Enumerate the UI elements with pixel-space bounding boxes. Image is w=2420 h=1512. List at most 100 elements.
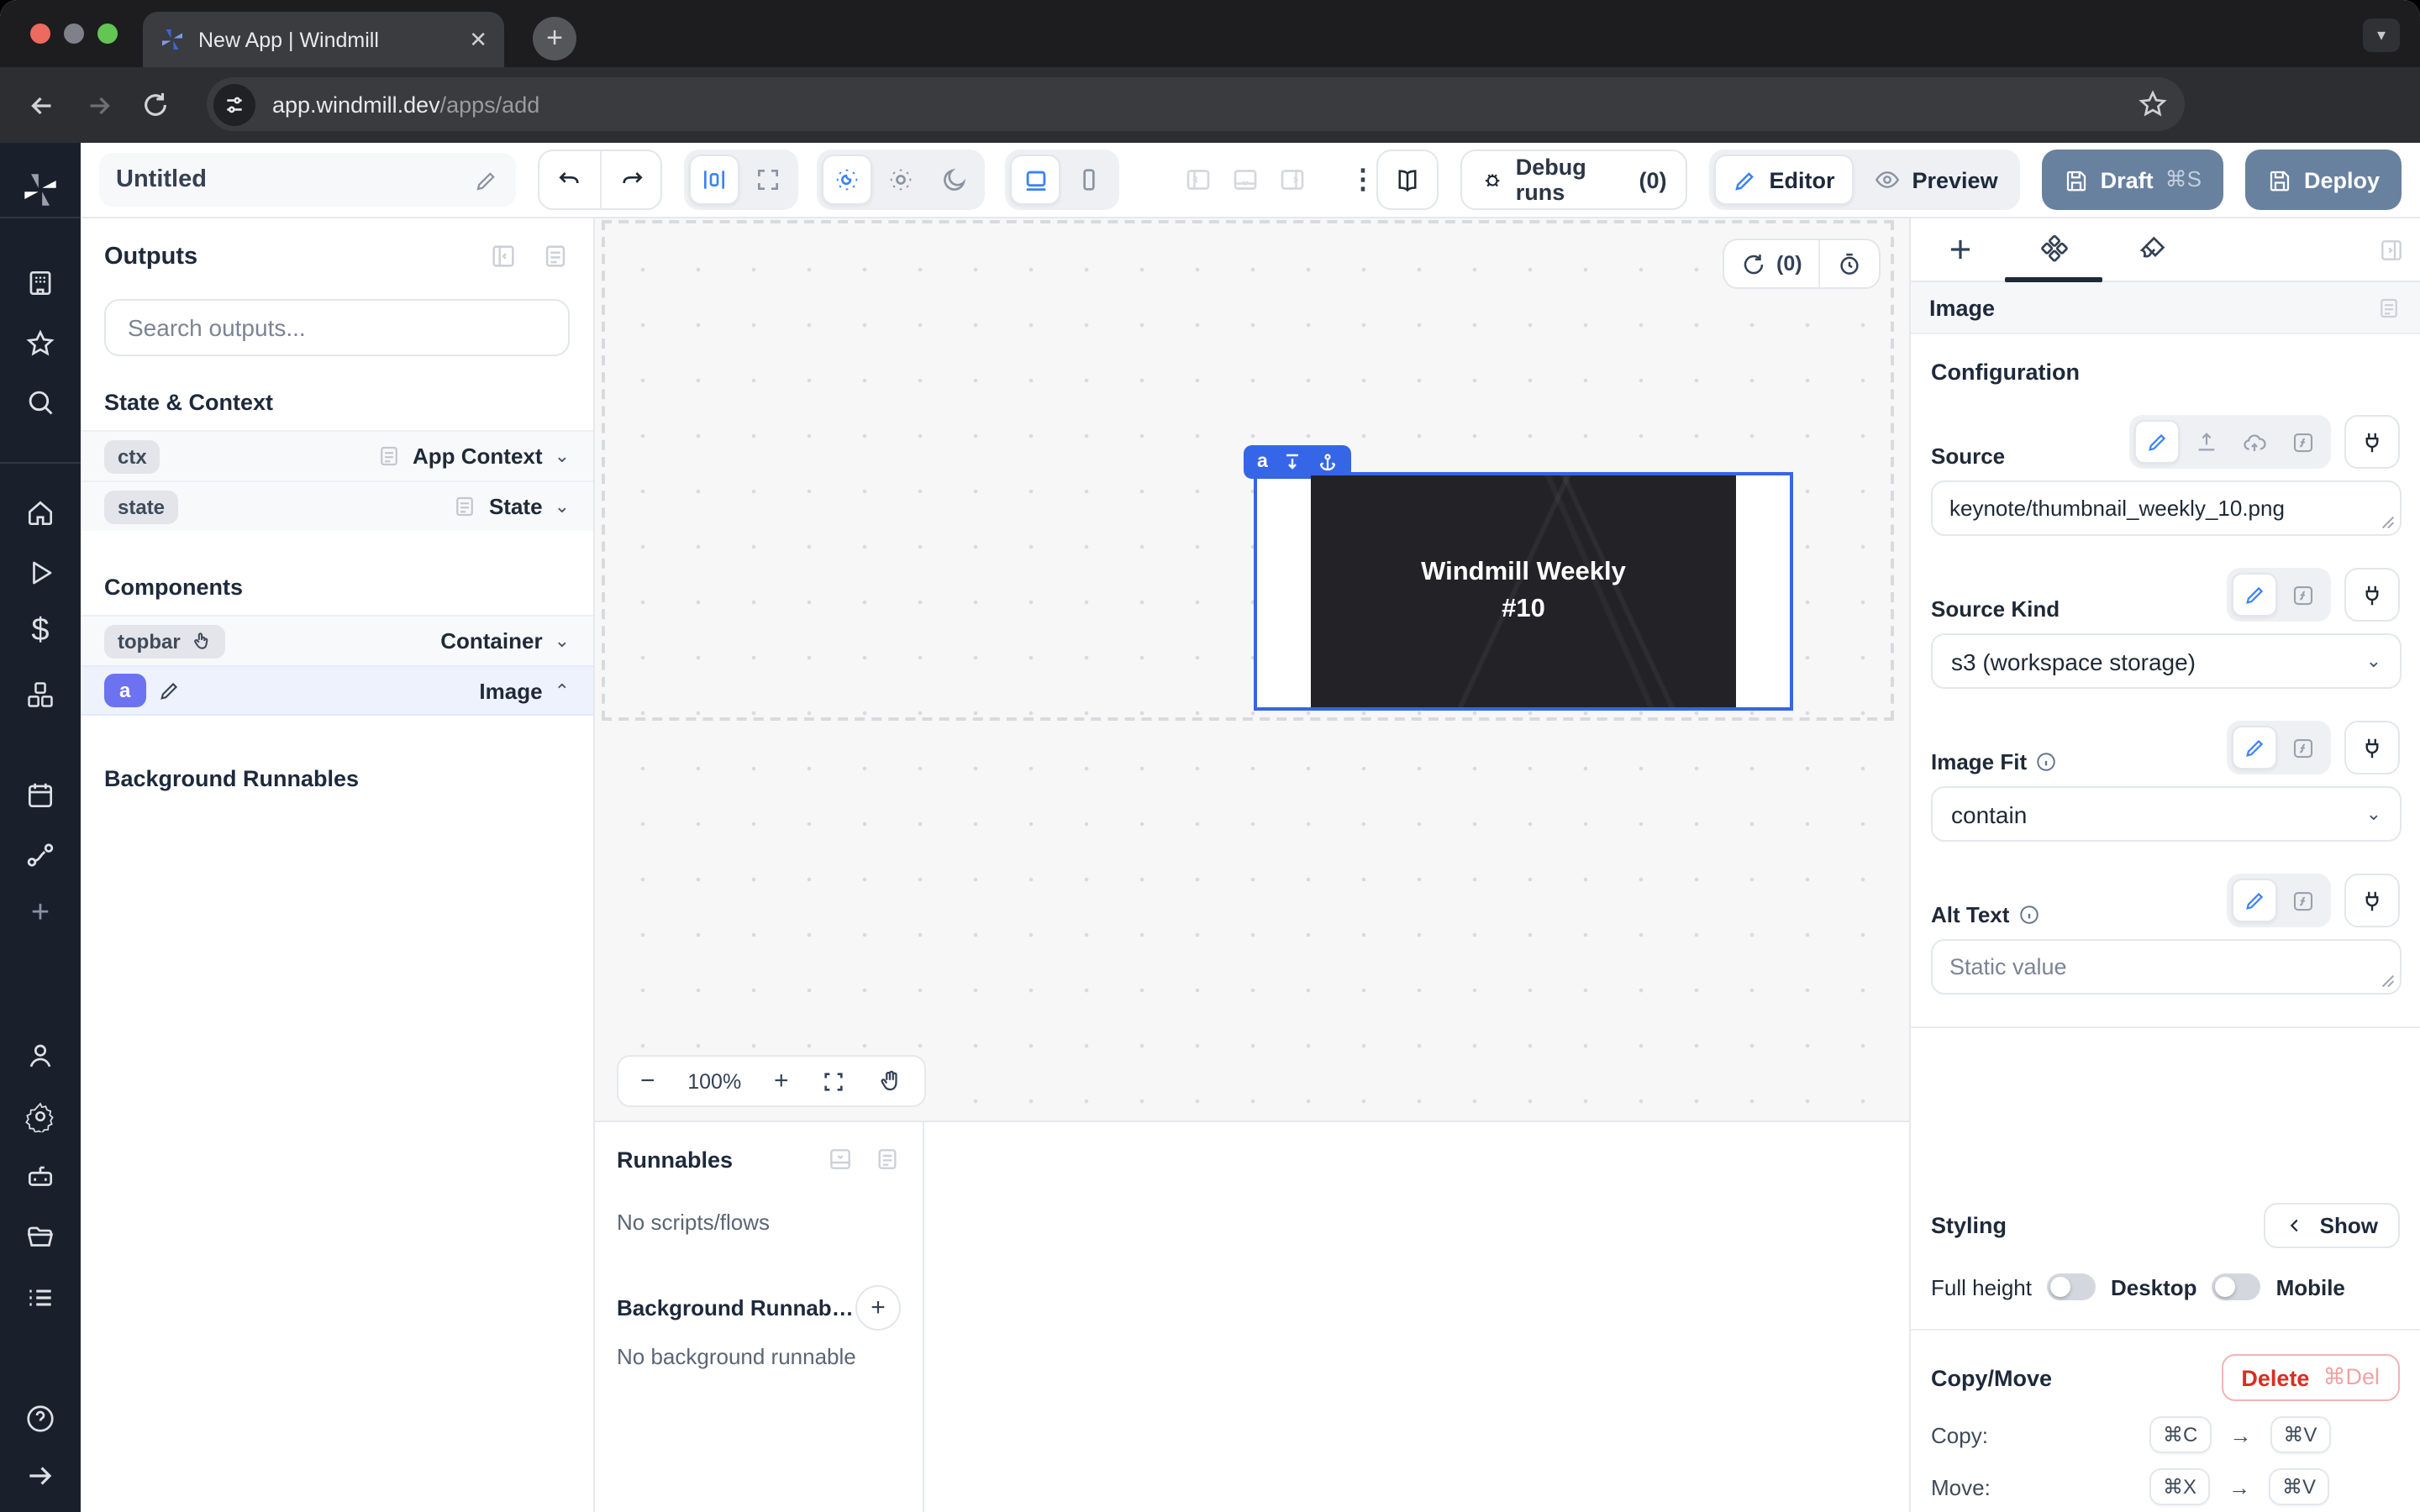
collapse-panel-icon[interactable]	[489, 242, 518, 270]
full-height-toggle[interactable]	[2047, 1273, 2096, 1300]
selection-badge[interactable]: a	[1244, 445, 1352, 479]
chevron-down-icon[interactable]: ⌄	[555, 445, 570, 467]
ctx-badge[interactable]: ctx	[104, 439, 160, 473]
output-row-state[interactable]: state State ⌄	[81, 480, 593, 531]
chevron-up-icon[interactable]: ⌃	[555, 680, 570, 701]
workers-robot-icon[interactable]	[24, 1161, 56, 1193]
panel-right-icon[interactable]	[1276, 165, 1307, 195]
a-badge[interactable]: a	[104, 674, 145, 707]
connect-plug-button[interactable]	[2344, 568, 2400, 622]
tab-close-icon[interactable]: ✕	[469, 26, 487, 53]
topbar-badge[interactable]: topbar	[104, 624, 226, 658]
preview-tab[interactable]: Preview	[1857, 155, 2015, 205]
folders-icon[interactable]	[24, 1221, 56, 1253]
theme-light-button[interactable]	[875, 155, 925, 205]
panel-bottom-icon[interactable]	[1229, 165, 1260, 195]
mobile-view-button[interactable]	[1065, 155, 1115, 205]
delete-component-button[interactable]: Delete ⌘Del	[2221, 1354, 2400, 1401]
center-canvas-button[interactable]	[689, 155, 739, 205]
chevron-down-icon[interactable]: ⌄	[555, 630, 570, 652]
new-tab-button[interactable]: +	[533, 17, 576, 60]
docs-button[interactable]	[1376, 150, 1438, 210]
pan-hand-icon[interactable]	[877, 1068, 902, 1094]
connect-plug-button[interactable]	[2344, 874, 2400, 927]
output-row-a-selected[interactable]: a Image ⌃	[81, 665, 593, 716]
tab-search-chevron-icon[interactable]: ▾	[2363, 18, 2400, 52]
home-icon[interactable]	[24, 497, 56, 529]
doc-panel-icon[interactable]	[541, 242, 570, 270]
expand-down-icon[interactable]	[1283, 452, 1303, 472]
panel-left-icon[interactable]	[1182, 165, 1213, 195]
connect-plug-button[interactable]	[2344, 415, 2400, 469]
search-input[interactable]	[124, 312, 550, 343]
doc-panel-icon[interactable]	[874, 1146, 901, 1173]
billing-dollar-icon[interactable]: $	[31, 613, 49, 650]
selected-image-component[interactable]: a Windmill Weekly #10	[1254, 472, 1793, 711]
resize-grip[interactable]	[2381, 516, 2395, 529]
minimize-window-button[interactable]	[64, 24, 84, 44]
fx-expression-icon[interactable]	[2281, 726, 2326, 769]
output-row-ctx[interactable]: ctx App Context ⌄	[81, 430, 593, 480]
app-name-field[interactable]: Untitled	[99, 153, 516, 207]
component-doc-icon[interactable]	[2376, 295, 2402, 320]
editor-tab[interactable]: Editor	[1714, 155, 1854, 205]
outputs-search[interactable]	[104, 299, 570, 356]
cloud-upload-icon[interactable]	[2232, 420, 2277, 464]
address-bar[interactable]: app.windmill.dev/apps/add	[207, 77, 2185, 131]
static-pencil-icon[interactable]	[2232, 573, 2277, 617]
styling-brush-tab[interactable]	[2136, 234, 2168, 265]
windmill-logo[interactable]	[22, 171, 59, 208]
theme-auto-button[interactable]	[821, 155, 871, 205]
fx-expression-icon[interactable]	[2281, 420, 2326, 464]
component-settings-tab[interactable]	[2039, 234, 2070, 265]
resize-grip[interactable]	[2381, 974, 2395, 988]
chevron-down-icon[interactable]: ⌄	[555, 496, 570, 517]
reload-icon[interactable]	[141, 91, 170, 119]
static-pencil-icon[interactable]	[2232, 879, 2277, 922]
workspace-building-icon[interactable]	[24, 267, 56, 299]
logs-list-icon[interactable]	[24, 1282, 56, 1314]
add-background-runnable-button[interactable]: +	[855, 1285, 901, 1331]
add-nav-plus-icon[interactable]: +	[31, 895, 50, 932]
show-styling-button[interactable]: Show	[2265, 1203, 2400, 1248]
rename-pencil-icon[interactable]	[474, 167, 499, 192]
more-options-kebab-icon[interactable]: ⋮	[1349, 163, 1376, 197]
desktop-toggle[interactable]	[2212, 1273, 2261, 1300]
collapse-rail-arrow-icon[interactable]	[24, 1460, 56, 1492]
fx-expression-icon[interactable]	[2281, 879, 2326, 922]
static-pencil-icon[interactable]	[2134, 420, 2180, 464]
history-button[interactable]	[1819, 240, 1880, 287]
zoom-out-button[interactable]: −	[640, 1067, 655, 1095]
settings-gear-icon[interactable]	[24, 1100, 56, 1132]
schedules-calendar-icon[interactable]	[24, 780, 56, 811]
source-kind-select[interactable]: s3 (workspace storage) ⌄	[1931, 633, 2402, 689]
static-pencil-icon[interactable]	[2232, 726, 2277, 769]
runs-play-icon[interactable]	[25, 558, 55, 588]
browser-tab[interactable]: New App | Windmill ✕	[143, 12, 504, 67]
maximize-window-button[interactable]	[97, 24, 118, 44]
app-canvas[interactable]: (0) a Windmill Weekly #10 −	[595, 218, 1909, 1122]
favorites-star-icon[interactable]	[24, 328, 56, 360]
search-icon[interactable]	[24, 386, 56, 418]
site-info-icon[interactable]	[213, 83, 255, 125]
redo-button[interactable]	[600, 151, 660, 208]
connect-plug-button[interactable]	[2344, 721, 2400, 774]
edit-id-pencil-icon[interactable]	[157, 679, 181, 702]
fx-expression-icon[interactable]	[2281, 573, 2326, 617]
resources-cubes-icon[interactable]	[24, 679, 56, 711]
state-badge[interactable]: state	[104, 490, 178, 523]
source-value-field[interactable]: keynote/thumbnail_weekly_10.png	[1931, 480, 2402, 536]
fit-view-icon[interactable]	[821, 1069, 844, 1093]
refresh-app-button[interactable]: (0)	[1724, 240, 1819, 287]
help-icon[interactable]	[24, 1403, 56, 1435]
user-person-icon[interactable]	[24, 1040, 56, 1072]
back-icon[interactable]	[27, 90, 57, 120]
debug-runs-button[interactable]: Debug runs (0)	[1460, 150, 1686, 210]
image-fit-select[interactable]: contain ⌄	[1931, 786, 2402, 842]
close-window-button[interactable]	[30, 24, 50, 44]
deploy-button[interactable]: Deploy	[2245, 150, 2402, 210]
desktop-view-button[interactable]	[1011, 155, 1061, 205]
anchor-icon[interactable]	[1318, 452, 1339, 472]
draft-button[interactable]: Draft ⌘S	[2042, 150, 2223, 210]
expand-canvas-button[interactable]	[743, 155, 793, 205]
